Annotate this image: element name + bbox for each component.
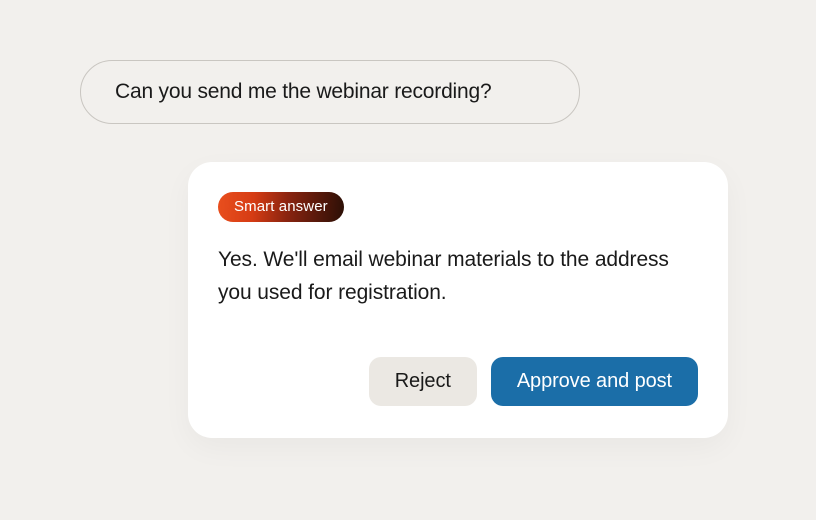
reject-button[interactable]: Reject: [369, 357, 477, 406]
question-bubble: Can you send me the webinar recording?: [80, 60, 580, 124]
action-button-row: Reject Approve and post: [218, 357, 698, 406]
answer-text: Yes. We'll email webinar materials to th…: [218, 244, 698, 309]
smart-answer-badge: Smart answer: [218, 192, 344, 222]
question-text: Can you send me the webinar recording?: [115, 80, 545, 104]
approve-and-post-button[interactable]: Approve and post: [491, 357, 698, 406]
smart-answer-card: Smart answer Yes. We'll email webinar ma…: [188, 162, 728, 438]
